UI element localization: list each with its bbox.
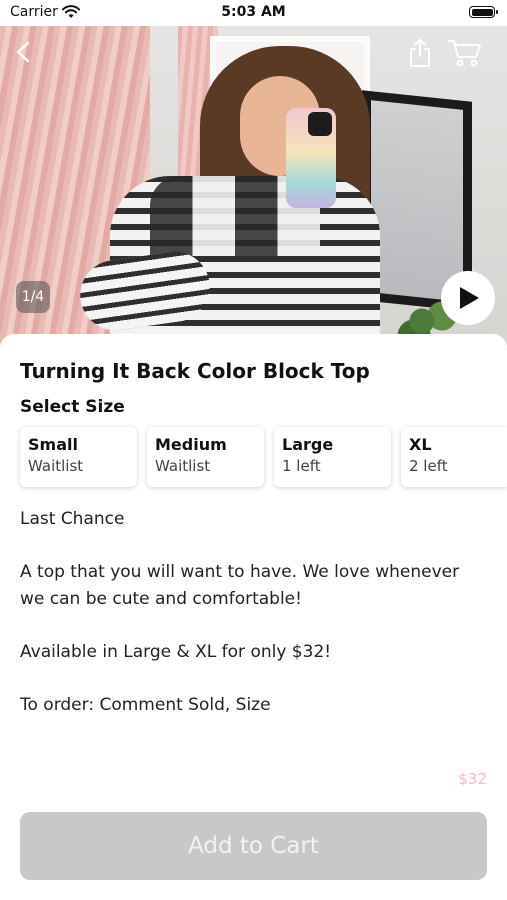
size-stock: 1 left: [282, 457, 321, 475]
description-line: Last Chance: [20, 509, 125, 529]
size-option-small[interactable]: Small Waitlist: [20, 427, 137, 487]
product-title: Turning It Back Color Block Top: [20, 359, 370, 383]
description-line: To order: Comment Sold, Size: [20, 695, 271, 715]
share-icon[interactable]: [408, 38, 432, 68]
size-name: Medium: [155, 435, 227, 454]
size-name: Small: [28, 435, 78, 454]
product-image[interactable]: [0, 26, 507, 346]
size-option-medium[interactable]: Medium Waitlist: [147, 427, 264, 487]
battery-icon: [469, 6, 498, 18]
play-icon: [460, 287, 479, 309]
select-size-heading: Select Size: [20, 397, 125, 417]
add-to-cart-button[interactable]: Add to Cart: [20, 812, 487, 880]
description-line: A top that you will want to have. We lov…: [20, 562, 460, 609]
size-stock: Waitlist: [155, 457, 211, 475]
size-option-xl[interactable]: XL 2 left: [401, 427, 507, 487]
size-selector: Small Waitlist Medium Waitlist Large 1 l…: [20, 427, 507, 491]
product-description: Last Chance A top that you will want to …: [20, 506, 480, 719]
cart-icon[interactable]: [448, 38, 482, 68]
status-bar: Carrier 5:03 AM: [0, 0, 507, 26]
size-name: XL: [409, 435, 432, 454]
description-line: Available in Large & XL for only $32!: [20, 642, 332, 662]
back-icon[interactable]: [12, 40, 36, 64]
product-price: $32: [458, 770, 487, 788]
size-name: Large: [282, 435, 334, 454]
image-page-indicator: 1/4: [16, 281, 50, 313]
product-details-sheet: Turning It Back Color Block Top Select S…: [0, 334, 507, 750]
size-stock: Waitlist: [28, 457, 84, 475]
play-video-button[interactable]: [441, 271, 495, 325]
size-stock: 2 left: [409, 457, 448, 475]
clock: 5:03 AM: [221, 4, 286, 20]
size-option-large[interactable]: Large 1 left: [274, 427, 391, 487]
